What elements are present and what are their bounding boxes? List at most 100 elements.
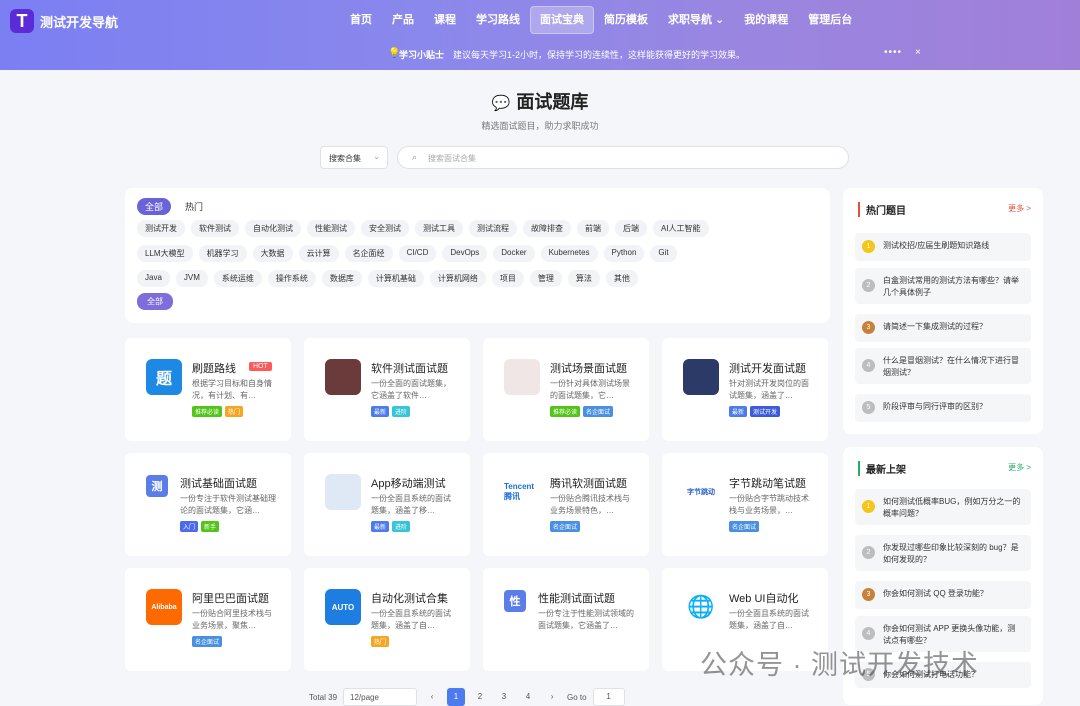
category-tag[interactable]: Python bbox=[603, 245, 645, 262]
category-tag[interactable]: 数据库 bbox=[321, 270, 362, 287]
filter-tab-hot[interactable]: 热门 bbox=[177, 198, 211, 215]
question-list-item[interactable]: 3 请简述一下集成测试的过程？ bbox=[855, 314, 1031, 342]
card-tag-badge: 最新 bbox=[371, 521, 390, 532]
category-tag[interactable]: 测试流程 bbox=[469, 220, 517, 237]
question-set-card[interactable]: AUTO 自动化测试合集 一份全面且系统的面试题集，涵盖了自… 热门 bbox=[304, 568, 470, 671]
category-tag[interactable]: Kubernetes bbox=[540, 245, 598, 262]
nav-products[interactable]: 产品 bbox=[382, 6, 424, 34]
card-tag-badge: 推荐必读 bbox=[550, 406, 581, 417]
question-set-card[interactable]: Tencent 腾讯 腾讯软测面试题 一份贴合腾讯技术栈与业务场景特色，… 名企面试 bbox=[483, 453, 649, 556]
nav-my-courses[interactable]: 我的课程 bbox=[734, 6, 798, 34]
category-tag[interactable]: JVM bbox=[175, 270, 208, 287]
logo-mark: T bbox=[10, 9, 34, 33]
main-nav: 首页 产品 课程 学习路线 面试宝典 简历模板 求职导航 ⌄ 我的课程 管理后台 bbox=[340, 6, 862, 34]
nav-learning-path[interactable]: 学习路线 bbox=[466, 6, 530, 34]
question-list-item[interactable]: 2 白盒测试常用的测试方法有哪些？请举几个具体例子 bbox=[855, 268, 1031, 304]
selected-category-chip[interactable]: 全部 bbox=[137, 293, 173, 310]
category-tag[interactable]: 云计算 bbox=[298, 245, 339, 262]
question-set-card[interactable]: 题刷题路线 HOT 根据学习目标和自身情况，有计划、有… 推荐必读 热门 bbox=[125, 338, 291, 441]
category-tag[interactable]: 大数据 bbox=[252, 245, 293, 262]
search-input[interactable]: ⌕ 搜索面试合集 bbox=[397, 146, 849, 169]
category-tag[interactable]: Docker bbox=[493, 245, 535, 262]
rank-number: 1 bbox=[862, 240, 875, 253]
category-tag[interactable]: 后端 bbox=[615, 220, 647, 237]
question-list-item[interactable]: 1 测试校招/应届生刷题知识路线 bbox=[855, 233, 1031, 261]
card-description: 一份专注于软件测试基础理论的面试题集，它涵… bbox=[180, 494, 276, 515]
category-tag[interactable]: 安全测试 bbox=[361, 220, 409, 237]
nav-resume-templates[interactable]: 简历模板 bbox=[594, 6, 658, 34]
category-tag[interactable]: 操作系统 bbox=[267, 270, 316, 287]
nav-interview-guide[interactable]: 面试宝典 bbox=[530, 6, 594, 34]
category-tag[interactable]: Java bbox=[137, 270, 170, 287]
card-tag-badge: 最新 bbox=[729, 406, 748, 417]
card-description: 一份针对具体测试场景的面试题集，它… bbox=[550, 379, 630, 400]
page-button-4[interactable]: 4 bbox=[519, 688, 537, 706]
category-tag[interactable]: 其他 bbox=[605, 270, 638, 287]
card-tag-badge: 名企面试 bbox=[550, 521, 581, 532]
question-list-item[interactable]: 2 你发现过哪些印象比较深刻的 bug？是如何发现的？ bbox=[855, 535, 1031, 571]
category-tag[interactable]: AI人工智能 bbox=[653, 220, 709, 237]
category-tag[interactable]: 管理 bbox=[529, 270, 562, 287]
category-tag[interactable]: 软件测试 bbox=[191, 220, 239, 237]
filter-tab-all[interactable]: 全部 bbox=[137, 198, 172, 215]
category-tag[interactable]: 系统运维 bbox=[213, 270, 262, 287]
question-set-card[interactable]: 字节跳动 字节跳动笔试题 一份贴合字节跳动技术栈与业务场景，… 名企面试 bbox=[662, 453, 828, 556]
card-thumbnail: 🌐 bbox=[683, 589, 719, 625]
question-set-card[interactable]: 软件测试面试题 一份全面的面试题集，它涵盖了软件… 最新 进阶 bbox=[304, 338, 470, 441]
card-tag-badge: 热门 bbox=[225, 406, 244, 417]
question-text: 请简述一下集成测试的过程？ bbox=[883, 322, 987, 331]
page-button-2[interactable]: 2 bbox=[471, 688, 489, 706]
next-page-button[interactable]: › bbox=[543, 688, 561, 706]
close-icon[interactable]: × bbox=[915, 47, 921, 58]
brand-logo[interactable]: T 测试开发导航 bbox=[10, 9, 118, 33]
nav-courses[interactable]: 课程 bbox=[424, 6, 466, 34]
category-tag[interactable]: 计算机基础 bbox=[367, 270, 424, 287]
nav-job-navigation[interactable]: 求职导航 ⌄ bbox=[658, 6, 734, 34]
card-thumbnail: 题 bbox=[146, 359, 182, 395]
category-tag[interactable]: LLM大模型 bbox=[137, 245, 193, 262]
card-title: 刷题路线 bbox=[192, 363, 236, 375]
goto-page-input[interactable]: 1 bbox=[592, 688, 625, 706]
category-tag[interactable]: Git bbox=[650, 245, 677, 262]
category-tag[interactable]: 性能测试 bbox=[307, 220, 355, 237]
pagination-total: Total 39 bbox=[309, 692, 338, 702]
category-tag[interactable]: DevOps bbox=[442, 245, 488, 262]
category-tag[interactable]: 自动化测试 bbox=[245, 220, 301, 237]
question-list-item[interactable]: 5 阶段评审与同行评审的区别？ bbox=[855, 394, 1031, 422]
category-tag[interactable]: 计算机网络 bbox=[429, 270, 486, 287]
page-size-select[interactable]: 12/page bbox=[343, 688, 418, 706]
category-tag[interactable]: 测试工具 bbox=[415, 220, 463, 237]
question-list-item[interactable]: 3 你会如何测试 QQ 登录功能？ bbox=[855, 581, 1031, 609]
category-tag[interactable]: CI/CD bbox=[398, 245, 437, 262]
question-text: 测试校招/应届生刷题知识路线 bbox=[883, 241, 990, 250]
card-title: 测试开发面试题 bbox=[729, 363, 806, 375]
new-questions-more-link[interactable]: 更多 > bbox=[1008, 462, 1031, 473]
category-tag[interactable]: 机器学习 bbox=[198, 245, 247, 262]
question-set-card[interactable]: Alibaba 阿里巴巴面试题 一份贴合阿里技术栈与业务场景，聚焦… 名企面试 bbox=[125, 568, 291, 671]
nav-home[interactable]: 首页 bbox=[340, 6, 382, 34]
category-tag[interactable]: 故障排查 bbox=[523, 220, 571, 237]
category-tag[interactable]: 测试开发 bbox=[137, 220, 185, 237]
question-list-item[interactable]: 1 如何测试低概率BUG，例如万分之一的概率问题？ bbox=[855, 489, 1031, 525]
category-tag[interactable]: 名企面经 bbox=[344, 245, 393, 262]
question-set-card[interactable]: 性性能测试面试题 一份专注于性能测试领域的面试题集，它涵盖了… bbox=[483, 568, 649, 671]
question-set-card[interactable]: 测测试基础面试题 一份专注于软件测试基础理论的面试题集，它涵… 入门 新手 bbox=[125, 453, 291, 556]
prev-page-button[interactable]: ‹ bbox=[423, 688, 441, 706]
page-button-3[interactable]: 3 bbox=[495, 688, 513, 706]
card-thumbnail: Tencent 腾讯 bbox=[504, 474, 540, 510]
page-button-1[interactable]: 1 bbox=[447, 688, 466, 706]
card-title: 性能测试面试题 bbox=[538, 593, 615, 605]
hot-questions-more-link[interactable]: 更多 > bbox=[1008, 203, 1031, 214]
card-description: 一份全面的面试题集，它涵盖了软件… bbox=[371, 379, 451, 400]
category-tag[interactable]: 前端 bbox=[577, 220, 609, 237]
question-set-card[interactable]: App移动端测试 一份全面且系统的面试题集，涵盖了移… 最新 进阶 bbox=[304, 453, 470, 556]
question-set-card[interactable]: 测试开发面试题 针对测试开发岗位的面试题集，涵盖了… 最新 测试开发 bbox=[662, 338, 828, 441]
category-tag[interactable]: 项目 bbox=[491, 270, 524, 287]
search-scope-select[interactable]: 搜索合集 ⌄ bbox=[320, 146, 388, 169]
question-list-item[interactable]: 4 什么是冒烟测试？在什么情况下进行冒烟测试？ bbox=[855, 348, 1031, 384]
tip-carousel-dots[interactable]: •••• bbox=[884, 47, 902, 58]
category-tag[interactable]: 算法 bbox=[567, 270, 600, 287]
nav-admin[interactable]: 管理后台 bbox=[798, 6, 862, 34]
question-set-card[interactable]: 测试场景面试题 一份针对具体测试场景的面试题集，它… 推荐必读 名企面试 bbox=[483, 338, 649, 441]
card-description: 一份贴合字节跳动技术栈与业务场景，… bbox=[729, 494, 809, 515]
